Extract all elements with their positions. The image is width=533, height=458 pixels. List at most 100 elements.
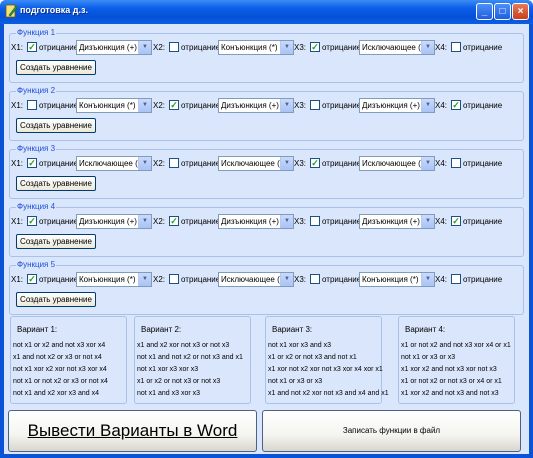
chevron-down-icon[interactable]: ▼ <box>421 99 434 112</box>
minimize-icon: _ <box>481 6 488 17</box>
x4-negation-checkbox[interactable] <box>451 42 461 52</box>
x2-negation-checkbox[interactable]: ✓ <box>169 100 179 110</box>
x1-negation-checkbox[interactable]: ✓ <box>27 158 37 168</box>
x4-negation-checkbox[interactable]: ✓ <box>451 216 461 226</box>
x2-negation-label: отрицание <box>181 101 221 110</box>
maximize-icon: □ <box>499 6 506 17</box>
x3-negation-checkbox[interactable] <box>310 216 320 226</box>
x2-operator-select[interactable]: Дизъюнкция (+) ▼ <box>218 214 294 229</box>
x4-negation-checkbox[interactable] <box>451 274 461 284</box>
x1-negation-checkbox[interactable]: ✓ <box>27 216 37 226</box>
x2-operator-select[interactable]: Исключающее (ИЛ▼ <box>218 156 294 171</box>
x3-operator-select[interactable]: Исключающее (ИЛ▼ <box>359 40 435 55</box>
chevron-down-icon[interactable]: ▼ <box>421 41 434 54</box>
x1-operator-select[interactable]: Дизъюнкция (+) ▼ <box>76 214 152 229</box>
variant-panel-3: Вариант 3: not x1 xor x3 and x3 x1 or x2 o… <box>265 316 389 404</box>
chevron-down-icon[interactable]: ▼ <box>138 157 151 170</box>
x4-negation-label: отрицание <box>463 217 503 226</box>
variant-equation: not x1 or not x2 or x3 or not x4 <box>13 378 108 385</box>
x4-negation-label: отрицание <box>463 159 503 168</box>
x4-negation-label: отрицание <box>463 275 503 284</box>
x2-negation-label: отрицание <box>181 275 221 284</box>
variant-equation: x1 and x2 xor not x3 or not x3 <box>137 342 230 349</box>
chevron-down-icon[interactable]: ▼ <box>280 273 293 286</box>
x1-negation-checkbox[interactable]: ✓ <box>27 274 37 284</box>
create-equation-button[interactable]: Создать уравнение <box>16 292 96 307</box>
x2-label: X2: <box>153 43 166 52</box>
x3-negation-checkbox[interactable] <box>310 100 320 110</box>
x2-label: X2: <box>153 275 166 284</box>
x3-negation-checkbox[interactable]: ✓ <box>310 42 320 52</box>
x3-negation-label: отрицание <box>322 43 362 52</box>
x2-operator-select[interactable]: Конъюнкция (*) ▼ <box>218 40 294 55</box>
chevron-down-icon[interactable]: ▼ <box>421 157 434 170</box>
x1-negation-checkbox[interactable]: ✓ <box>27 42 37 52</box>
chevron-down-icon[interactable]: ▼ <box>421 215 434 228</box>
chevron-down-icon[interactable]: ▼ <box>280 157 293 170</box>
variant-equation: not x1 or x3 or x3 <box>268 378 323 385</box>
check-icon: ✓ <box>170 216 178 226</box>
x3-operator-select[interactable]: Исключающее (ИЛ▼ <box>359 156 435 171</box>
chevron-down-icon[interactable]: ▼ <box>280 99 293 112</box>
variant-title: Вариант 1: <box>17 325 58 334</box>
x1-operator-select[interactable]: Исключающее (ИЛ▼ <box>76 156 152 171</box>
x2-negation-checkbox[interactable]: ✓ <box>169 216 179 226</box>
x3-negation-label: отрицание <box>322 159 362 168</box>
variant-panel-4: Вариант 4: x1 or not x2 and not x3 xor x4… <box>398 316 515 404</box>
variant-equation: not x1 or x3 or x3 <box>401 354 456 361</box>
operator-value: Дизъюнкция (+) <box>362 217 420 226</box>
operator-value: Конъюнкция (*) <box>362 275 419 284</box>
variant-equation: not x1 and x3 xor x3 <box>137 390 201 397</box>
create-equation-button[interactable]: Создать уравнение <box>16 118 96 133</box>
x1-negation-checkbox[interactable] <box>27 100 37 110</box>
chevron-down-icon[interactable]: ▼ <box>421 273 434 286</box>
save-to-file-label: Записать функции в файл <box>342 426 441 435</box>
save-to-file-button[interactable]: Записать функции в файл <box>262 410 521 452</box>
operator-value: Дизъюнкция (+) <box>362 101 420 110</box>
chevron-down-icon[interactable]: ▼ <box>280 41 293 54</box>
title-bar[interactable]: подготовка д.з. _ □ × <box>0 0 533 24</box>
minimize-button[interactable]: _ <box>476 3 493 20</box>
maximize-button[interactable]: □ <box>494 3 511 20</box>
chevron-down-icon[interactable]: ▼ <box>280 215 293 228</box>
x2-negation-checkbox[interactable] <box>169 158 179 168</box>
x1-negation-label: отрицание <box>39 43 79 52</box>
chevron-down-icon[interactable]: ▼ <box>138 215 151 228</box>
x1-negation-label: отрицание <box>39 101 79 110</box>
x3-operator-select[interactable]: Дизъюнкция (+) ▼ <box>359 214 435 229</box>
variant-title: Вариант 2: <box>141 325 182 334</box>
x2-negation-checkbox[interactable] <box>169 274 179 284</box>
check-icon: ✓ <box>28 158 36 168</box>
variant-equation: not x1 xor x3 and x3 <box>268 342 332 349</box>
variant-title: Вариант 3: <box>272 325 313 334</box>
x3-operator-select[interactable]: Дизъюнкция (+) ▼ <box>359 98 435 113</box>
x1-operator-select[interactable]: Конъюнкция (*) ▼ <box>76 272 152 287</box>
x1-operator-select[interactable]: Дизъюнкция (+) ▼ <box>76 40 152 55</box>
x1-negation-label: отрицание <box>39 159 79 168</box>
variant-equation: x1 xor x2 and not x3 and not x3 <box>401 390 499 397</box>
x3-negation-checkbox[interactable] <box>310 274 320 284</box>
x2-operator-select[interactable]: Исключающее (ИЛ▼ <box>218 272 294 287</box>
create-equation-button[interactable]: Создать уравнение <box>16 60 96 75</box>
x3-label: X3: <box>294 43 307 52</box>
x3-negation-checkbox[interactable]: ✓ <box>310 158 320 168</box>
x1-operator-select[interactable]: Конъюнкция (*) ▼ <box>76 98 152 113</box>
chevron-down-icon[interactable]: ▼ <box>138 273 151 286</box>
x3-negation-label: отрицание <box>322 101 362 110</box>
close-button[interactable]: × <box>512 3 529 20</box>
operator-value: Дизъюнкция (+) <box>79 217 137 226</box>
create-equation-button[interactable]: Создать уравнение <box>16 234 96 249</box>
x3-operator-select[interactable]: Конъюнкция (*) ▼ <box>359 272 435 287</box>
create-equation-button[interactable]: Создать уравнение <box>16 176 96 191</box>
x2-operator-select[interactable]: Дизъюнкция (+) ▼ <box>218 98 294 113</box>
chevron-down-icon[interactable]: ▼ <box>138 41 151 54</box>
export-to-word-button[interactable]: Вывести Варианты в Word <box>8 410 257 452</box>
x4-negation-checkbox[interactable]: ✓ <box>451 100 461 110</box>
x4-negation-checkbox[interactable] <box>451 158 461 168</box>
function-title: Функция 4 <box>16 202 57 211</box>
operator-value: Исключающее (ИЛ <box>221 275 281 284</box>
x2-label: X2: <box>153 217 166 226</box>
chevron-down-icon[interactable]: ▼ <box>138 99 151 112</box>
x2-negation-checkbox[interactable] <box>169 42 179 52</box>
operator-value: Дизъюнкция (+) <box>221 101 279 110</box>
